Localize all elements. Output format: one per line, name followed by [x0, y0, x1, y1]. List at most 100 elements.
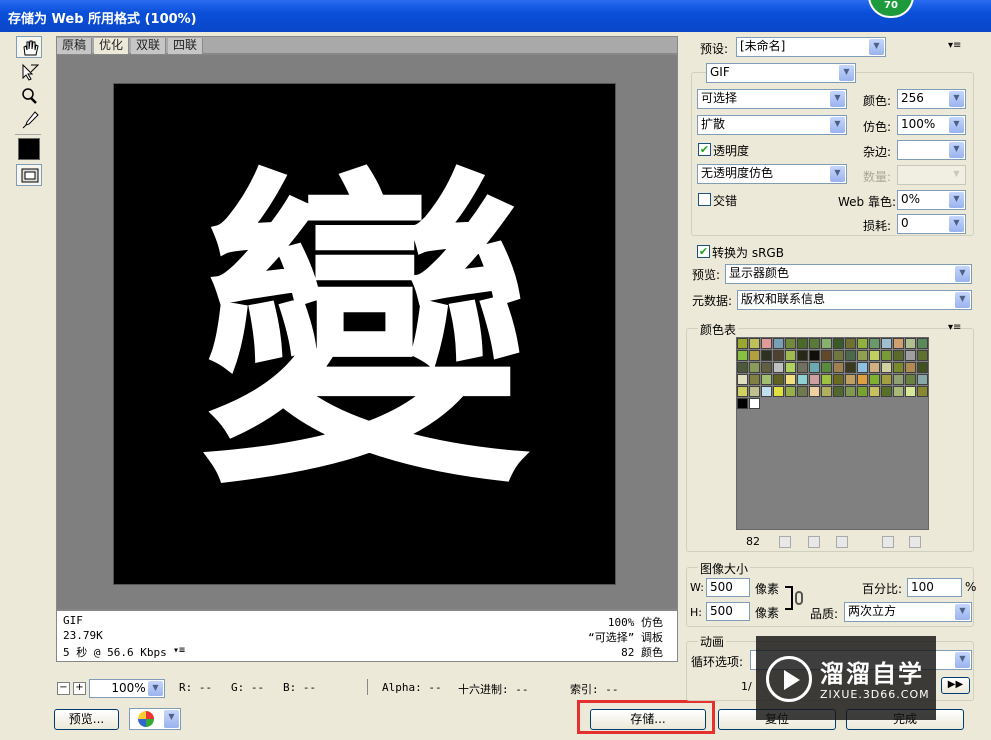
color-swatch[interactable]: [905, 362, 916, 373]
color-swatch[interactable]: [797, 374, 808, 385]
transparency-checkbox[interactable]: ✔: [698, 143, 711, 156]
color-swatch[interactable]: [857, 338, 868, 349]
link-icon[interactable]: [795, 591, 803, 605]
color-swatch[interactable]: [869, 374, 880, 385]
color-swatch[interactable]: [737, 338, 748, 349]
zoom-select[interactable]: 100% ▼: [89, 679, 165, 698]
color-swatch[interactable]: [869, 362, 880, 373]
interlaced-checkbox[interactable]: [698, 193, 711, 206]
color-swatch[interactable]: [809, 350, 820, 361]
web-snap-select[interactable]: 0% ▼: [897, 190, 966, 210]
color-swatch[interactable]: [749, 374, 760, 385]
metadata-select[interactable]: 版权和联系信息 ▼: [737, 290, 972, 310]
color-swatch[interactable]: [785, 362, 796, 373]
color-swatch[interactable]: [797, 350, 808, 361]
color-swatch[interactable]: [857, 374, 868, 385]
color-swatch[interactable]: [761, 338, 772, 349]
zoom-out-button[interactable]: −: [57, 682, 70, 695]
eyedropper-tool-icon[interactable]: [16, 108, 42, 130]
color-swatch[interactable]: [857, 362, 868, 373]
srgb-checkbox[interactable]: ✔: [697, 245, 710, 258]
color-swatch[interactable]: [773, 350, 784, 361]
color-swatch[interactable]: [869, 338, 880, 349]
color-swatch[interactable]: [821, 362, 832, 373]
color-swatch[interactable]: [809, 386, 820, 397]
color-swatch[interactable]: [809, 374, 820, 385]
color-reduction-select[interactable]: 可选择 ▼: [697, 89, 847, 109]
color-swatch[interactable]: [833, 374, 844, 385]
color-swatch[interactable]: [917, 362, 928, 373]
color-swatch[interactable]: [905, 338, 916, 349]
color-swatch[interactable]: [845, 350, 856, 361]
preview-select[interactable]: 显示器颜色 ▼: [725, 264, 972, 284]
color-swatch[interactable]: [761, 350, 772, 361]
tab-optimized[interactable]: 优化: [94, 38, 130, 54]
color-swatch[interactable]: [893, 350, 904, 361]
color-swatch[interactable]: [881, 338, 892, 349]
hand-tool-icon[interactable]: [16, 36, 42, 58]
color-swatch[interactable]: [905, 386, 916, 397]
color-swatch[interactable]: [785, 350, 796, 361]
color-swatch[interactable]: [809, 338, 820, 349]
color-swatch[interactable]: [737, 350, 748, 361]
color-swatch[interactable]: [737, 362, 748, 373]
color-swatch[interactable]: [857, 386, 868, 397]
color-swatch[interactable]: [821, 374, 832, 385]
last-frame-button[interactable]: ▶▶: [941, 677, 970, 694]
color-swatch[interactable]: [893, 362, 904, 373]
color-swatch[interactable]: [893, 386, 904, 397]
image-preview[interactable]: 變: [113, 83, 616, 585]
color-swatch[interactable]: [749, 386, 760, 397]
color-swatch[interactable]: [869, 350, 880, 361]
color-swatch[interactable]: [905, 374, 916, 385]
color-swatches[interactable]: [736, 337, 929, 530]
color-swatch[interactable]: [785, 374, 796, 385]
width-input[interactable]: 500: [706, 578, 750, 597]
color-swatch[interactable]: [893, 338, 904, 349]
browser-select[interactable]: ▼: [129, 708, 181, 730]
transparency-dither-select[interactable]: 无透明度仿色 ▼: [697, 164, 847, 184]
color-swatch[interactable]: [845, 386, 856, 397]
format-select[interactable]: GIF ▼: [706, 63, 856, 83]
zoom-tool-icon[interactable]: [16, 84, 42, 106]
color-swatch[interactable]: [773, 374, 784, 385]
color-swatch[interactable]: [833, 350, 844, 361]
color-swatch[interactable]: [917, 338, 928, 349]
color-swatch[interactable]: [749, 350, 760, 361]
color-swatch[interactable]: [737, 374, 748, 385]
color-swatch[interactable]: [785, 386, 796, 397]
preview-button[interactable]: 预览...: [54, 709, 119, 730]
color-swatch[interactable]: [845, 338, 856, 349]
color-swatch[interactable]: [785, 338, 796, 349]
map-to-transparent-icon[interactable]: [779, 536, 791, 548]
web-shift-icon[interactable]: [808, 536, 820, 548]
lossy-select[interactable]: 0 ▼: [897, 214, 966, 234]
color-swatch[interactable]: [737, 386, 748, 397]
color-swatch[interactable]: [917, 350, 928, 361]
height-input[interactable]: 500: [706, 602, 750, 621]
color-swatch[interactable]: [881, 374, 892, 385]
slice-select-tool-icon[interactable]: [16, 60, 42, 82]
color-swatch[interactable]: [881, 350, 892, 361]
color-swatch[interactable]: [749, 362, 760, 373]
color-swatch[interactable]: [821, 386, 832, 397]
color-swatch[interactable]: [773, 338, 784, 349]
color-swatch[interactable]: [797, 362, 808, 373]
color-swatch[interactable]: [833, 386, 844, 397]
delete-color-icon[interactable]: [909, 536, 921, 548]
color-swatch[interactable]: [833, 362, 844, 373]
color-swatch[interactable]: [905, 350, 916, 361]
dither-amount-select[interactable]: 100% ▼: [897, 115, 966, 135]
zoom-in-button[interactable]: +: [73, 682, 86, 695]
download-menu-icon[interactable]: ▾≡: [173, 645, 185, 656]
preset-select[interactable]: [未命名] ▼: [736, 37, 886, 57]
color-swatch[interactable]: [773, 362, 784, 373]
color-swatch[interactable]: [821, 350, 832, 361]
quality-select[interactable]: 两次立方 ▼: [844, 602, 972, 622]
color-swatch[interactable]: [749, 338, 760, 349]
color-swatch[interactable]: [845, 374, 856, 385]
colors-select[interactable]: 256 ▼: [897, 89, 966, 109]
color-swatch[interactable]: [845, 362, 856, 373]
color-swatch[interactable]: [761, 386, 772, 397]
color-swatch[interactable]: [881, 386, 892, 397]
